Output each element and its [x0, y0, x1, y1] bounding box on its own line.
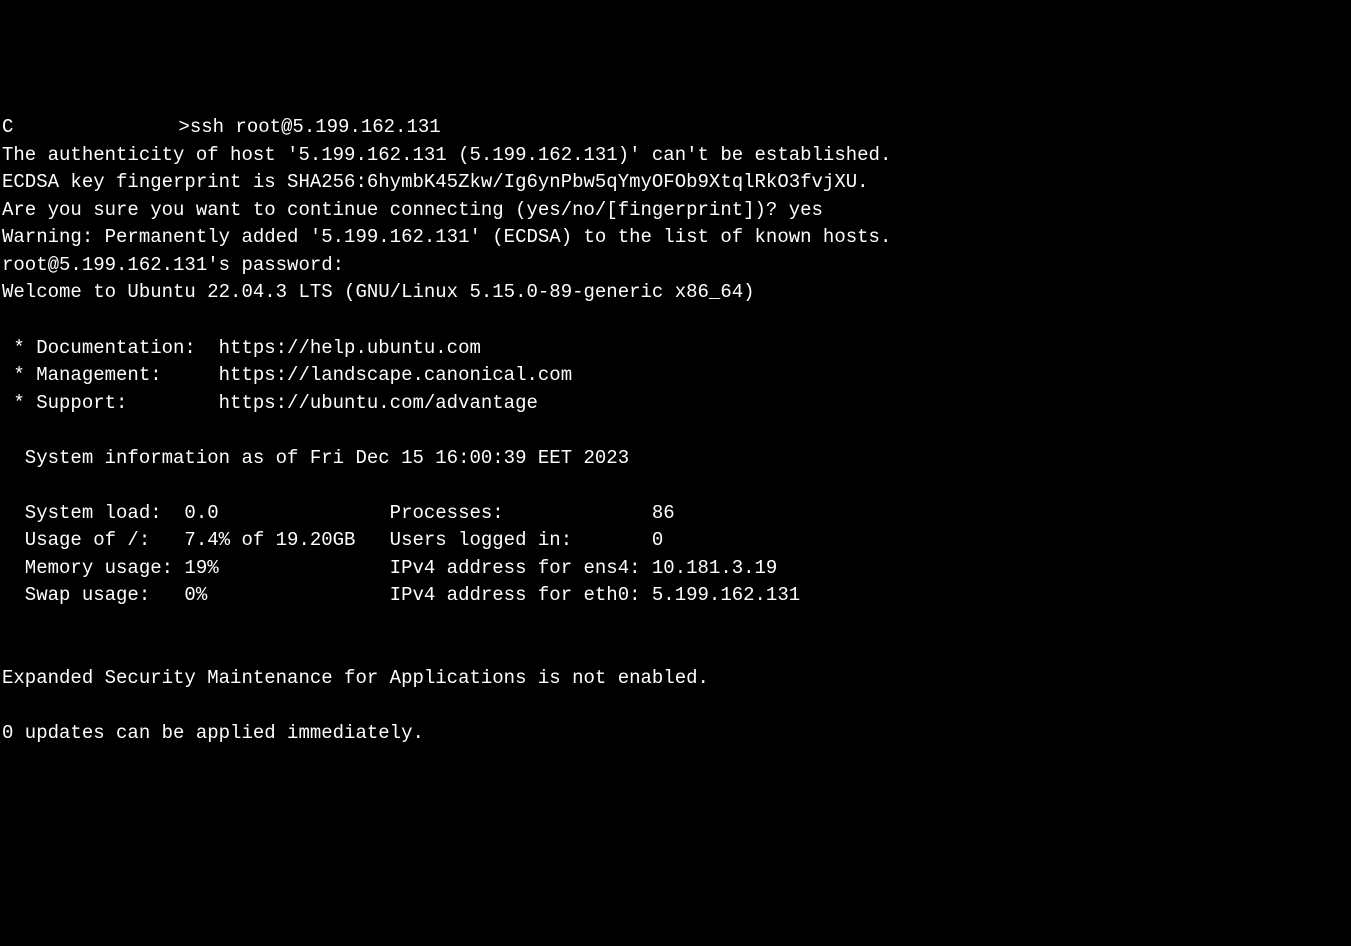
- sysinfo-line2: Usage of /: 7.4% of 19.20GB Users logged…: [2, 529, 663, 551]
- redacted-path: [13, 116, 178, 138]
- sysinfo-header: System information as of Fri Dec 15 16:0…: [2, 447, 629, 469]
- fingerprint-line: ECDSA key fingerprint is SHA256:6hymbK45…: [2, 171, 869, 193]
- prompt-suffix: >: [178, 116, 189, 138]
- warning-line: Warning: Permanently added '5.199.162.13…: [2, 226, 891, 248]
- terminal-output[interactable]: C >ssh root@5.199.162.131 The authenticit…: [2, 114, 1349, 808]
- authenticity-line: The authenticity of host '5.199.162.131 …: [2, 144, 891, 166]
- continue-prompt: Are you sure you want to continue connec…: [2, 199, 789, 221]
- sysinfo-line3: Memory usage: 19% IPv4 address for ens4:…: [2, 557, 777, 579]
- management-link: * Management: https://landscape.canonica…: [2, 364, 572, 386]
- updates-line: 0 updates can be applied immediately.: [2, 722, 424, 744]
- sysinfo-line4: Swap usage: 0% IPv4 address for eth0: 5.…: [2, 584, 800, 606]
- welcome-line: Welcome to Ubuntu 22.04.3 LTS (GNU/Linux…: [2, 281, 755, 303]
- support-link: * Support: https://ubuntu.com/advantage: [2, 392, 538, 414]
- ssh-command: ssh root@5.199.162.131: [190, 116, 441, 138]
- sysinfo-line1: System load: 0.0 Processes: 86: [2, 502, 675, 524]
- documentation-link: * Documentation: https://help.ubuntu.com: [2, 337, 481, 359]
- prompt-prefix: C: [2, 116, 13, 138]
- esm-line: Expanded Security Maintenance for Applic…: [2, 667, 709, 689]
- password-prompt: root@5.199.162.131's password:: [2, 254, 344, 276]
- continue-answer: yes: [789, 199, 823, 221]
